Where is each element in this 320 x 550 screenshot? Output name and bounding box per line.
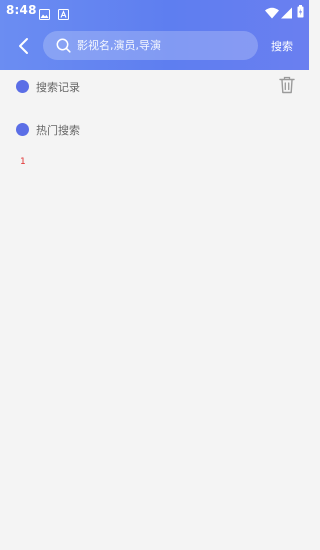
search-history-section: 搜索记录 [0,76,309,98]
search-icon [56,38,71,57]
status-bar: 8:48 [0,0,309,22]
search-input[interactable] [77,31,252,60]
hot-search-title: 热门搜索 [36,124,80,137]
search-box[interactable] [43,31,258,60]
section-dot-icon [16,80,29,93]
chevron-left-icon [12,38,36,63]
search-history-title: 搜索记录 [36,81,80,94]
image-icon [39,5,50,24]
a-icon [58,5,69,24]
hot-search-section: 热门搜索 [0,119,309,141]
trash-icon [279,76,295,98]
app-header: 8:48 影视名,演员,导演 搜索 [0,0,309,70]
signal-icon [281,4,292,23]
battery-icon [297,3,304,22]
section-dot-icon [16,123,29,136]
status-time: 8:48 [6,3,37,17]
search-button[interactable]: 搜索 [271,38,293,54]
back-button[interactable] [12,33,36,59]
clear-history-button[interactable] [279,76,295,94]
wifi-icon [265,4,279,23]
hot-search-item[interactable]: 1 [20,157,26,167]
search-bar: 搜索 [0,30,309,62]
